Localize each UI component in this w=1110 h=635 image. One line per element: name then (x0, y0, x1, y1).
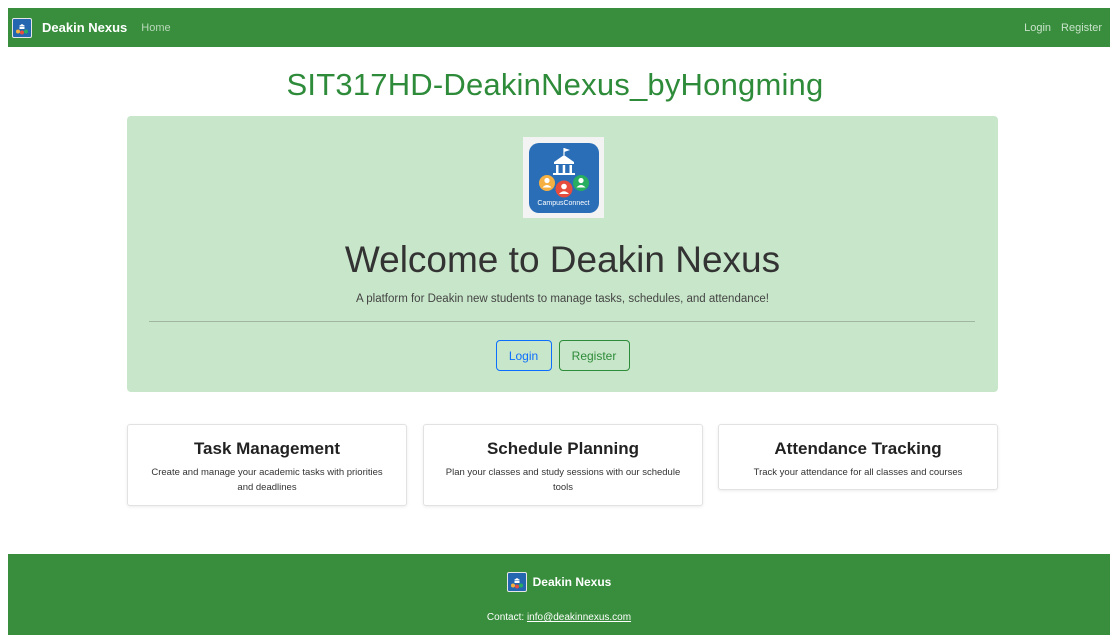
feature-card-attendance-tracking: Attendance Tracking Track your attendanc… (718, 424, 998, 490)
nav-link-register[interactable]: Register (1061, 22, 1102, 34)
feature-card-schedule-planning: Schedule Planning Plan your classes and … (423, 424, 703, 506)
campus-connect-logo-icon (506, 572, 527, 592)
footer-brand-name: Deakin Nexus (532, 575, 612, 589)
hero-title: Welcome to Deakin Nexus (344, 239, 781, 280)
register-button[interactable]: Register (558, 340, 630, 371)
footer-contact: Contact: info@deakinnexus.com (8, 612, 1110, 623)
hero-section: CampusConnect Welcome to Deakin Nexus A … (127, 116, 998, 392)
feature-title: Task Management (193, 439, 341, 458)
nav-link-home[interactable]: Home (141, 22, 170, 34)
contact-label: Contact: (486, 612, 527, 623)
feature-title: Schedule Planning (486, 439, 640, 458)
feature-description: Create and manage your academic tasks wi… (151, 467, 383, 493)
top-navbar: Deakin Nexus Home Login Register (8, 8, 1110, 47)
contact-email-link[interactable]: info@deakinnexus.com (527, 612, 631, 623)
feature-description: Plan your classes and study sessions wit… (445, 467, 681, 493)
footer-brand: Deakin Nexus (8, 572, 1110, 592)
hero-actions: Login Register (127, 340, 998, 371)
hero-divider (149, 321, 975, 322)
feature-description: Track your attendance for all classes an… (753, 467, 963, 478)
login-button[interactable]: Login (495, 340, 552, 371)
hero-subtitle: A platform for Deakin new students to ma… (356, 293, 769, 305)
page-title: SIT317HD-DeakinNexus_byHongming (286, 67, 824, 102)
navbar-brand[interactable]: Deakin Nexus (12, 17, 128, 38)
campus-connect-logo-icon (12, 17, 32, 38)
logo-label: CampusConnect (537, 199, 590, 207)
feature-card-task-management: Task Management Create and manage your a… (127, 424, 407, 506)
campus-connect-logo-icon: CampusConnect (528, 142, 599, 213)
feature-title: Attendance Tracking (774, 439, 942, 458)
brand-name: Deakin Nexus (42, 20, 128, 35)
nav-auth-links: Login Register (1024, 22, 1102, 34)
hero-logo: CampusConnect (523, 137, 604, 218)
site-footer: Deakin Nexus Contact: info@deakinnexus.c… (8, 554, 1110, 635)
nav-link-login[interactable]: Login (1024, 22, 1051, 34)
